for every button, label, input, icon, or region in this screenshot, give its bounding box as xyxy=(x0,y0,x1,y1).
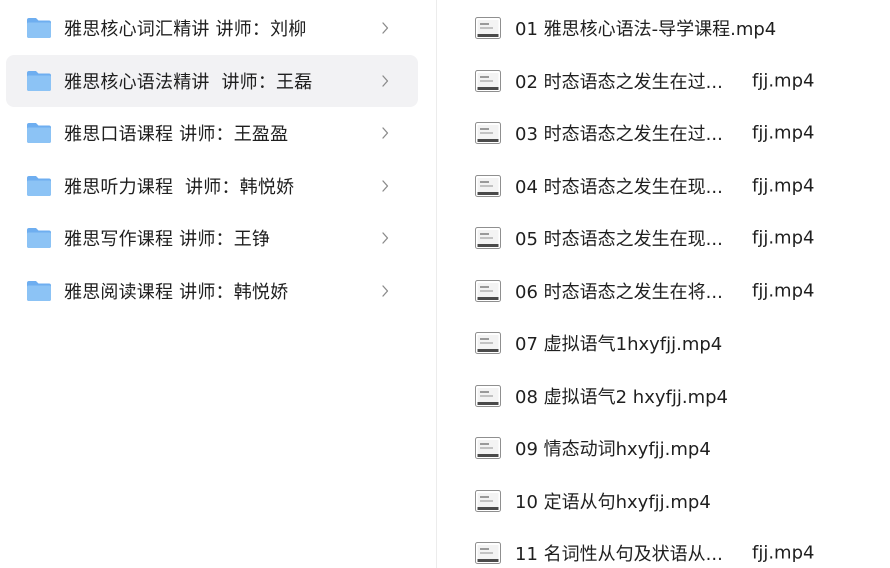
file-item[interactable]: 02 时态语态之发生在过... fjj.mp4 xyxy=(475,55,875,108)
video-thumbnail-icon xyxy=(475,227,501,250)
folder-item[interactable]: 雅思核心词汇精讲 讲师：刘柳 xyxy=(6,2,418,54)
folder-label: 雅思核心词汇精讲 讲师：刘柳 xyxy=(64,19,307,40)
file-item[interactable]: 09 情态动词hxyfjj.mp4 xyxy=(475,422,875,475)
file-item[interactable]: 10 定语从句hxyfjj.mp4 xyxy=(475,475,875,528)
file-item[interactable]: 08 虚拟语气2 hxyfjj.mp4 xyxy=(475,370,875,423)
chevron-right-icon xyxy=(382,285,389,297)
folder-pane: 雅思核心词汇精讲 讲师：刘柳 雅思核心语法精讲 讲师：王磊 雅思口语课程 讲师：… xyxy=(0,0,436,568)
folder-label: 雅思写作课程 讲师：王铮 xyxy=(64,229,271,251)
file-name: 01 雅思核心语法-导学课程.mp4 xyxy=(515,19,777,41)
file-item[interactable]: 04 时态语态之发生在现... fjj.mp4 xyxy=(475,160,875,213)
folder-icon xyxy=(27,228,51,249)
video-thumbnail-icon xyxy=(475,489,501,512)
folder-item[interactable]: 雅思写作课程 讲师：王铮 xyxy=(6,212,418,264)
file-name: 09 情态动词hxyfjj.mp4 xyxy=(515,439,711,461)
file-name: 10 定语从句hxyfjj.mp4 xyxy=(515,491,711,513)
folder-label: 雅思听力课程 讲师：韩悦娇 xyxy=(64,176,295,198)
folder-list: 雅思核心词汇精讲 讲师：刘柳 雅思核心语法精讲 讲师：王磊 雅思口语课程 讲师：… xyxy=(6,2,418,318)
folder-label: 雅思阅读课程 讲师：韩悦娇 xyxy=(64,281,289,303)
video-thumbnail-icon xyxy=(475,332,501,355)
folder-icon xyxy=(27,18,51,38)
video-thumbnail-icon xyxy=(475,437,501,460)
video-thumbnail-icon xyxy=(475,17,501,40)
file-item[interactable]: 05 时态语态之发生在现... fjj.mp4 xyxy=(475,212,875,265)
file-item[interactable]: 11 名词性从句及状语从... fjj.mp4 xyxy=(475,527,875,568)
file-name-suffix: fjj.mp4 xyxy=(752,280,815,302)
file-name: 05 时态语态之发生在现... xyxy=(515,229,723,251)
video-thumbnail-icon xyxy=(475,542,501,565)
folder-item[interactable]: 雅思听力课程 讲师：韩悦娇 xyxy=(6,160,418,212)
folder-label: 雅思口语课程 讲师：王盈盈 xyxy=(64,124,289,146)
file-name: 07 虚拟语气1hxyfjj.mp4 xyxy=(515,334,723,356)
video-thumbnail-icon xyxy=(475,69,501,92)
folder-item-selected[interactable]: 雅思核心语法精讲 讲师：王磊 xyxy=(6,54,418,107)
file-list: 01 雅思核心语法-导学课程.mp4 02 时态语态之发生在过... fjj.m… xyxy=(475,2,875,568)
file-name-suffix: fjj.mp4 xyxy=(752,175,815,197)
file-item[interactable]: 03 时态语态之发生在过... fjj.mp4 xyxy=(475,107,875,160)
chevron-right-icon xyxy=(382,22,389,34)
folder-item[interactable]: 雅思口语课程 讲师：王盈盈 xyxy=(6,107,418,159)
chevron-right-icon xyxy=(382,232,389,245)
folder-icon xyxy=(27,70,51,91)
folder-icon xyxy=(27,175,51,196)
file-name-suffix: fjj.mp4 xyxy=(752,542,815,564)
chevron-right-icon xyxy=(382,74,389,87)
folder-item[interactable]: 雅思阅读课程 讲师：韩悦娇 xyxy=(6,265,418,317)
video-thumbnail-icon xyxy=(475,384,501,407)
chevron-right-icon xyxy=(382,127,389,139)
file-name-suffix: fjj.mp4 xyxy=(752,70,815,92)
folder-icon xyxy=(27,123,51,144)
file-name: 04 时态语态之发生在现... xyxy=(515,176,723,198)
file-item[interactable]: 06 时态语态之发生在将... fjj.mp4 xyxy=(475,265,875,318)
file-name: 02 时态语态之发生在过... xyxy=(515,71,723,93)
file-pane: 01 雅思核心语法-导学课程.mp4 02 时态语态之发生在过... fjj.m… xyxy=(437,0,890,568)
video-thumbnail-icon xyxy=(475,174,501,197)
folder-icon xyxy=(27,280,51,301)
file-item[interactable]: 07 虚拟语气1hxyfjj.mp4 xyxy=(475,317,875,370)
file-name-suffix: fjj.mp4 xyxy=(752,227,815,249)
file-browser-window: 雅思核心词汇精讲 讲师：刘柳 雅思核心语法精讲 讲师：王磊 雅思口语课程 讲师：… xyxy=(0,0,890,568)
video-thumbnail-icon xyxy=(475,279,501,302)
file-item[interactable]: 01 雅思核心语法-导学课程.mp4 xyxy=(475,2,875,55)
file-name-suffix: fjj.mp4 xyxy=(752,122,815,144)
chevron-right-icon xyxy=(382,180,389,192)
file-name: 11 名词性从句及状语从... xyxy=(515,544,723,566)
file-name: 03 时态语态之发生在过... xyxy=(515,124,723,146)
folder-label: 雅思核心语法精讲 讲师：王磊 xyxy=(64,71,313,93)
video-thumbnail-icon xyxy=(475,122,501,145)
file-name: 08 虚拟语气2 hxyfjj.mp4 xyxy=(515,386,728,408)
file-name: 06 时态语态之发生在将... xyxy=(515,281,723,303)
